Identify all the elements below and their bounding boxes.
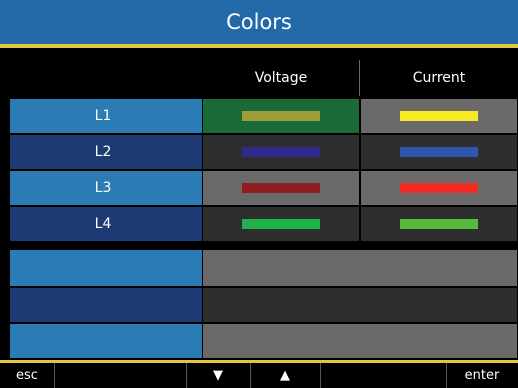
column-divider — [359, 60, 360, 96]
voltage-color-cell-l2[interactable] — [203, 135, 359, 169]
softkey-divider — [54, 363, 55, 388]
empty-row-cell — [203, 288, 517, 322]
current-color-cell-l2[interactable] — [361, 135, 517, 169]
voltage-color-swatch-l2 — [242, 147, 320, 157]
row-label-l4: L4 — [94, 216, 112, 232]
page-title: Colors — [226, 10, 292, 34]
enter-button[interactable]: enter — [446, 363, 518, 388]
voltage-color-cell-l3[interactable] — [203, 171, 359, 205]
voltage-color-cell-l1[interactable] — [203, 99, 359, 133]
esc-button[interactable]: esc — [0, 363, 54, 388]
row-label-l2: L2 — [94, 144, 112, 160]
voltage-color-swatch-l3 — [242, 183, 320, 193]
empty-row-cell — [203, 324, 517, 358]
current-color-swatch-l3 — [400, 183, 478, 193]
current-color-cell-l1[interactable] — [361, 99, 517, 133]
empty-row-label — [10, 288, 202, 322]
current-color-cell-l3[interactable] — [361, 171, 517, 205]
section-divider — [0, 243, 518, 249]
current-color-swatch-l1 — [400, 111, 478, 121]
down-arrow-button[interactable]: ▼ — [186, 363, 250, 388]
voltage-color-swatch-l4 — [242, 219, 320, 229]
row-label-l1: L1 — [94, 108, 112, 124]
current-color-swatch-l4 — [400, 219, 478, 229]
voltage-color-cell-l4[interactable] — [203, 207, 359, 241]
empty-row-cell — [203, 250, 517, 286]
voltage-color-swatch-l1 — [242, 111, 320, 121]
column-header-current: Current — [412, 70, 466, 86]
column-header-voltage: Voltage — [254, 70, 308, 86]
empty-row-label — [10, 324, 202, 358]
current-color-swatch-l2 — [400, 147, 478, 157]
softkey-divider — [320, 363, 321, 388]
row-label-l3: L3 — [94, 180, 112, 196]
up-arrow-button[interactable]: ▲ — [250, 363, 320, 388]
empty-row-label — [10, 250, 202, 286]
current-color-cell-l4[interactable] — [361, 207, 517, 241]
